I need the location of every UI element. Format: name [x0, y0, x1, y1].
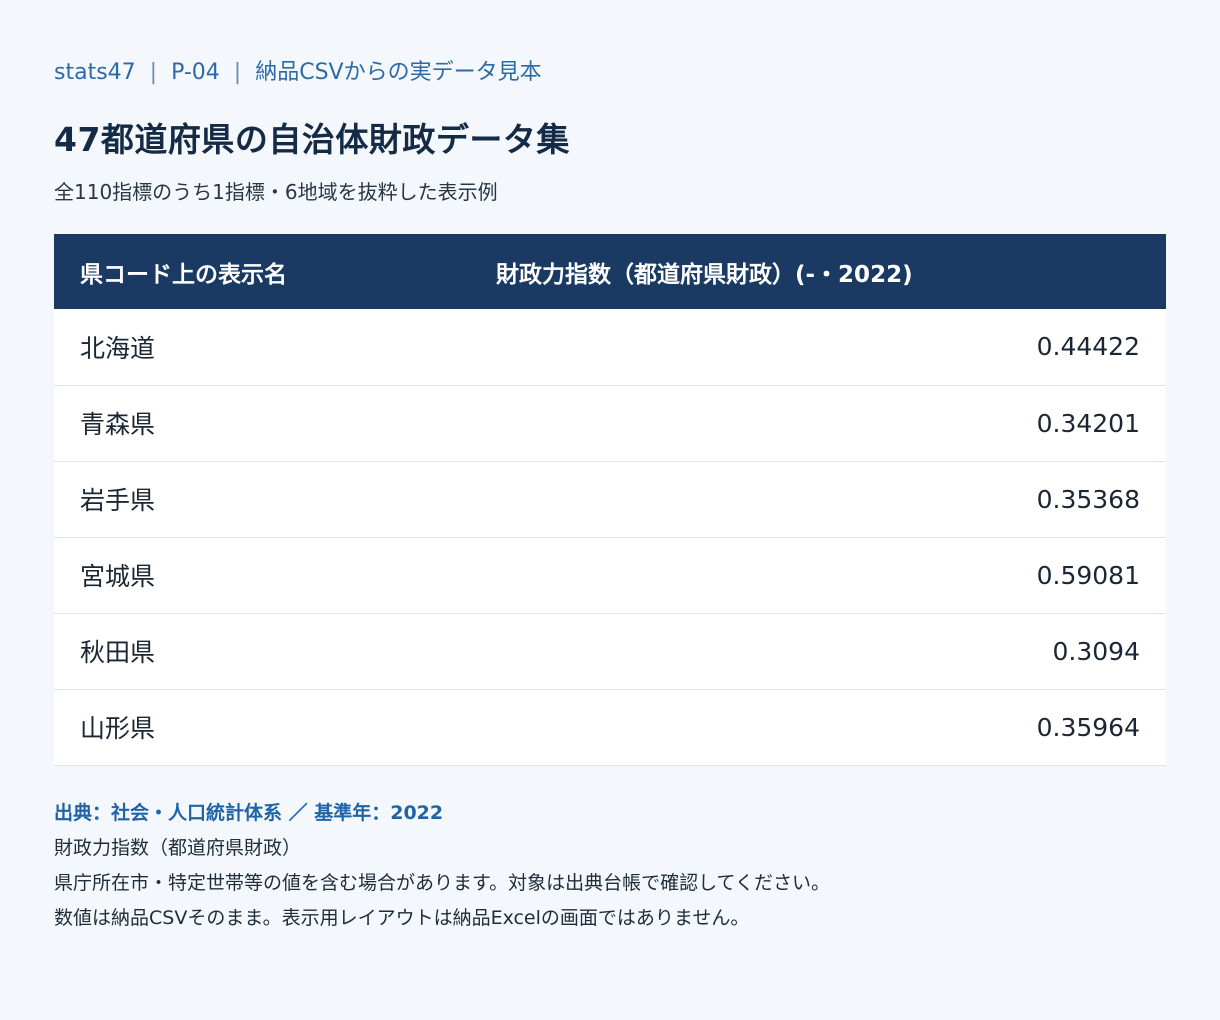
- index-value: 0.44422: [1036, 332, 1140, 362]
- breadcrumb-separator: |: [233, 60, 242, 85]
- index-value: 0.3094: [1052, 636, 1140, 666]
- prefecture-name: 北海道: [80, 333, 156, 363]
- prefecture-name: 岩手県: [80, 486, 156, 515]
- index-value: 0.35368: [1036, 484, 1140, 514]
- prefecture-name: 宮城県: [80, 562, 156, 591]
- column-header-value: 財政力指数（都道府県財政）(-・2022): [496, 261, 913, 288]
- breadcrumb-site[interactable]: stats47: [54, 60, 136, 85]
- prefecture-name: 山形県: [80, 714, 156, 743]
- note-line: 県庁所在市・特定世帯等の値を含む場合があります。対象は出典台帳で確認してください…: [54, 871, 830, 894]
- breadcrumb-label: 納品CSVからの実データ見本: [255, 60, 542, 85]
- index-value: 0.34201: [1036, 408, 1140, 438]
- data-table: 県コード上の表示名 財政力指数（都道府県財政）(-・2022) 北海道 0.44…: [54, 234, 1166, 766]
- table-row: 宮城県 0.59081: [54, 537, 1166, 613]
- breadcrumb-code[interactable]: P-04: [171, 60, 220, 85]
- page-subtitle: 全110指標のうち1指標・6地域を抜粋した表示例: [54, 180, 498, 204]
- footnotes: 出典：社会・人口統計体系 ／ 基準年：2022 財政力指数（都道府県財政） 県庁…: [54, 796, 1166, 936]
- table-header-row: 県コード上の表示名 財政力指数（都道府県財政）(-・2022): [54, 234, 1166, 309]
- breadcrumb: stats47 | P-04 | 納品CSVからの実データ見本: [54, 58, 1166, 88]
- prefecture-name: 秋田県: [80, 638, 156, 667]
- note-line: 数値は納品CSVそのまま。表示用レイアウトは納品Excelの画面ではありません。: [54, 906, 750, 929]
- index-value: 0.59081: [1036, 560, 1140, 590]
- source-note: 出典：社会・人口統計体系 ／ 基準年：2022: [54, 801, 444, 824]
- breadcrumb-separator: |: [149, 60, 158, 85]
- page-content: stats47 | P-04 | 納品CSVからの実データ見本 47都道府県の自治体財政…: [54, 58, 1166, 936]
- note-line: 財政力指数（都道府県財政）: [54, 836, 302, 859]
- table-row: 青森県 0.34201: [54, 385, 1166, 461]
- index-value: 0.35964: [1036, 712, 1140, 742]
- table-row: 北海道 0.44422: [54, 309, 1166, 385]
- table-row: 秋田県 0.3094: [54, 613, 1166, 689]
- column-header-name: 県コード上の表示名: [80, 261, 287, 288]
- prefecture-name: 青森県: [80, 410, 156, 439]
- table-row: 山形県 0.35964: [54, 689, 1166, 765]
- table-row: 岩手県 0.35368: [54, 461, 1166, 537]
- page-title: 47都道府県の自治体財政データ集: [54, 120, 570, 159]
